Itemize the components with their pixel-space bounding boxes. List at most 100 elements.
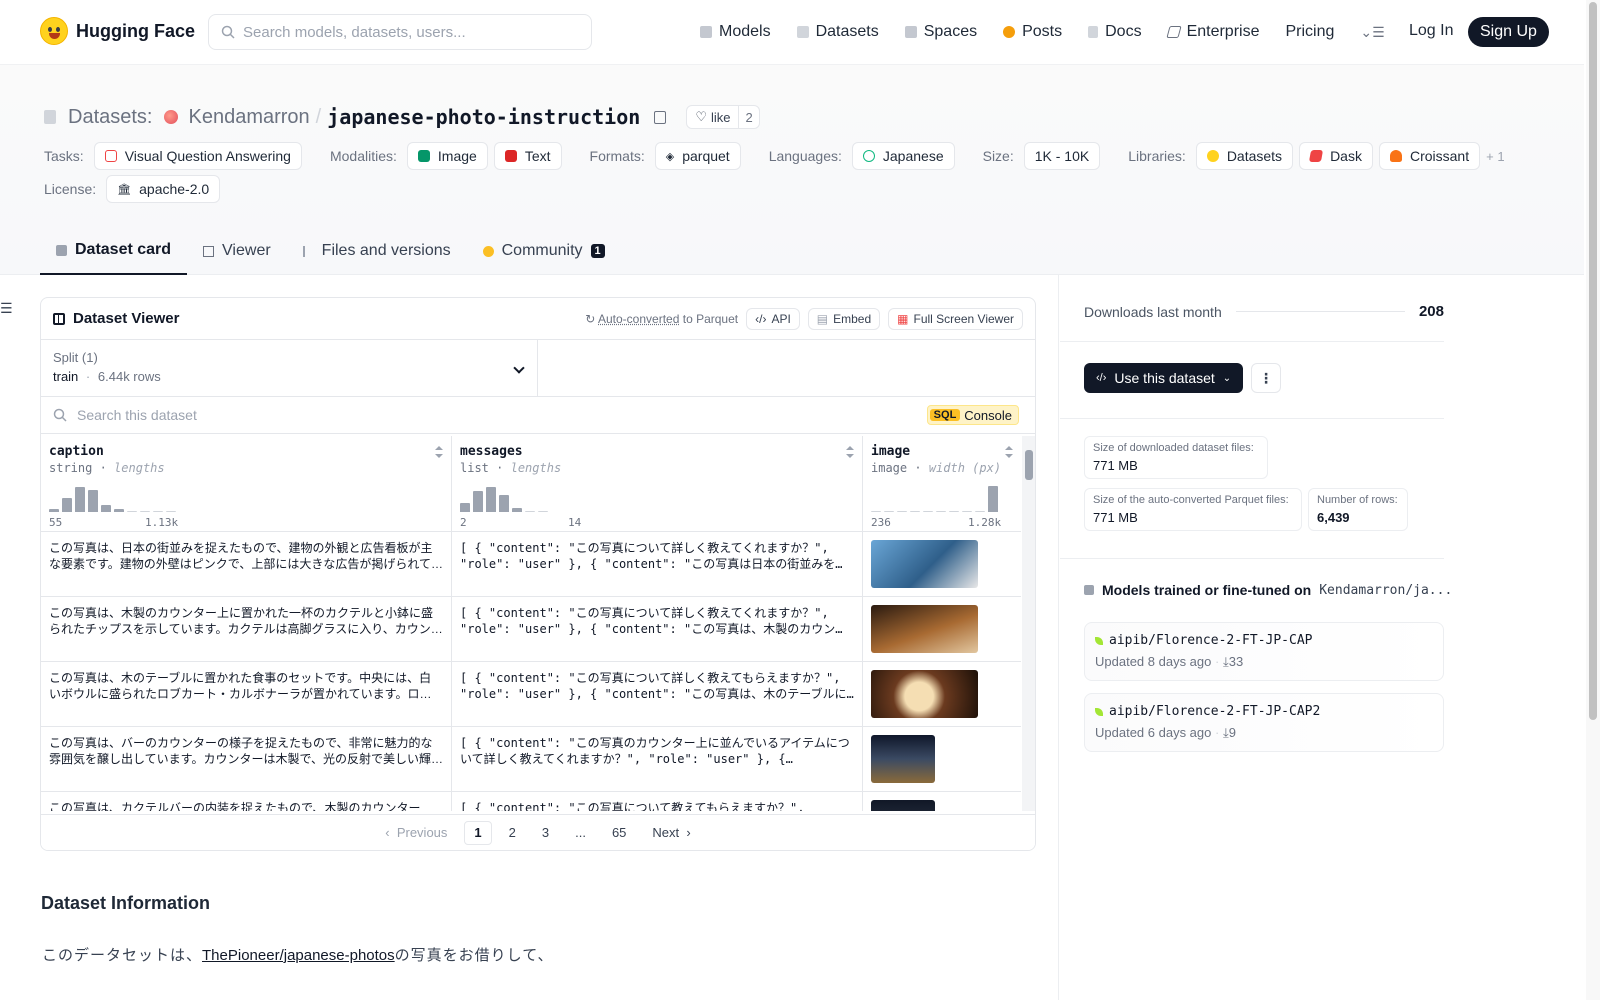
logo[interactable]: Hugging Face xyxy=(40,17,195,45)
modality-text-tag[interactable]: Text xyxy=(493,142,562,170)
sort-icon[interactable] xyxy=(435,446,443,458)
caption-cell[interactable]: この写真は、日本の街並みを捉えたもので、建物の外観と広告看板が主な要素です。建物… xyxy=(41,532,452,596)
image-cell[interactable] xyxy=(863,532,1021,596)
tab-dataset-card[interactable]: Dataset card xyxy=(40,227,188,275)
lib-more[interactable]: + 1 xyxy=(1486,149,1504,164)
split-selector[interactable]: Split (1) train · 6.44k rows xyxy=(41,340,538,396)
auto-converted-note[interactable]: ↻ Auto-converted to Parquet xyxy=(585,312,738,326)
task-tag[interactable]: Visual Question Answering xyxy=(93,142,302,170)
lib-croissant-tag[interactable]: Croissant xyxy=(1378,142,1481,170)
embed-button[interactable]: ▤ Embed xyxy=(807,307,881,330)
nav-enterprise[interactable]: Enterprise xyxy=(1165,23,1259,41)
image-thumbnail[interactable] xyxy=(871,540,978,588)
tab-viewer[interactable]: Viewer xyxy=(187,227,287,275)
datasets-icon xyxy=(796,26,809,38)
datasets-prefix[interactable]: Datasets: xyxy=(68,106,152,129)
image-thumbnail[interactable] xyxy=(871,735,935,783)
use-dataset-button[interactable]: ‹/› Use this dataset ⌄ xyxy=(1084,363,1244,393)
image-cell[interactable] xyxy=(863,727,1021,791)
sidebar-separator xyxy=(1060,558,1444,559)
nav-pricing[interactable]: Pricing xyxy=(1285,23,1334,41)
split-label: Split (1) xyxy=(53,350,98,365)
caption-cell[interactable]: この写真は、バーのカウンターの様子を捉えたもので、非常に魅力的な雰囲気を醸し出し… xyxy=(41,727,452,791)
model-card[interactable]: aipib/Florence-2-FT-JP-CAP Updated 8 day… xyxy=(1084,622,1444,681)
previous-page-button[interactable]: ‹ Previous xyxy=(376,821,456,845)
image-cell[interactable] xyxy=(863,597,1021,661)
page-1[interactable]: 1 xyxy=(464,820,492,845)
table-scrollbar[interactable] xyxy=(1022,436,1035,811)
column-image[interactable]: image image · width (px) 236 1.28k xyxy=(863,436,1021,531)
model-name[interactable]: aipib/Florence-2-FT-JP-CAP xyxy=(1109,633,1313,648)
image-thumbnail[interactable] xyxy=(871,670,978,718)
login-link[interactable]: Log In xyxy=(1409,22,1453,40)
image-thumbnail[interactable] xyxy=(871,605,978,653)
caption-cell[interactable]: この写真は、木のテーブルに置かれた食事のセットです。中央には、白いボウルに盛られ… xyxy=(41,662,452,726)
models-trained-dataset[interactable]: Kendamarron/ja... xyxy=(1319,583,1452,598)
messages-cell[interactable]: [ { "content": "この写真について詳しく教えてくれますか？", "… xyxy=(452,532,863,596)
sort-icon[interactable] xyxy=(1005,446,1013,458)
model-card[interactable]: aipib/Florence-2-FT-JP-CAP2 Updated 6 da… xyxy=(1084,693,1444,752)
page-scrollbar[interactable] xyxy=(1586,0,1600,1000)
global-search[interactable] xyxy=(208,14,592,50)
column-messages[interactable]: messages list · lengths 2 14 xyxy=(452,436,863,531)
messages-cell[interactable]: [ { "content": "この写真について詳しく教えてくれますか？", "… xyxy=(452,597,863,661)
auto-converted-link[interactable]: Auto-converted xyxy=(598,312,679,326)
dataset-search[interactable]: Search this dataset SQL Console xyxy=(41,397,1035,434)
table-row[interactable]: この写真は、カクテルバーの内装を捉えたもので、木製のカウンターが… [ { "c… xyxy=(41,792,1021,811)
nav-models[interactable]: Models xyxy=(700,23,771,41)
table-row[interactable]: この写真は、木製のカウンター上に置かれた一杯のカクテルと小鉢に盛られたチップスを… xyxy=(41,597,1021,662)
sort-icon[interactable] xyxy=(846,446,854,458)
toc-toggle-icon[interactable]: ☰ xyxy=(0,300,13,317)
nav-posts[interactable]: Posts xyxy=(1003,23,1062,41)
source-dataset-link[interactable]: ThePioneer/japanese-photos xyxy=(202,947,395,964)
stat-rows: Number of rows: 6,439 xyxy=(1308,488,1408,531)
signup-button[interactable]: Sign Up xyxy=(1468,17,1549,47)
lib-dask-tag[interactable]: Dask xyxy=(1299,142,1373,170)
search-input[interactable] xyxy=(243,23,563,41)
language-tag[interactable]: Japanese xyxy=(851,142,955,170)
license-tag[interactable]: 🏛 apache-2.0 xyxy=(106,175,221,203)
more-options-icon[interactable]: ⋮ xyxy=(1251,363,1281,393)
nav-datasets[interactable]: Datasets xyxy=(796,23,879,41)
table-row[interactable]: この写真は、バーのカウンターの様子を捉えたもので、非常に魅力的な雰囲気を醸し出し… xyxy=(41,727,1021,792)
histogram-bar xyxy=(884,511,894,512)
page-2[interactable]: 2 xyxy=(500,821,525,845)
caption-cell[interactable]: この写真は、カクテルバーの内装を捉えたもので、木製のカウンターが… xyxy=(41,792,452,811)
tab-files[interactable]: Files and versions xyxy=(287,227,467,275)
copy-icon[interactable] xyxy=(654,110,667,124)
nav-docs[interactable]: Docs xyxy=(1088,23,1142,41)
table-scrollbar-thumb[interactable] xyxy=(1025,450,1033,480)
table-row[interactable]: この写真は、日本の街並みを捉えたもので、建物の外観と広告看板が主な要素です。建物… xyxy=(41,532,1021,597)
model-name[interactable]: aipib/Florence-2-FT-JP-CAP2 xyxy=(1109,704,1320,719)
image-thumbnail[interactable] xyxy=(871,800,935,811)
image-cell[interactable] xyxy=(863,662,1021,726)
caption-cell[interactable]: この写真は、木製のカウンター上に置かれた一杯のカクテルと小鉢に盛られたチップスを… xyxy=(41,597,452,661)
next-page-button[interactable]: Next › xyxy=(643,821,699,845)
like-button[interactable]: ♡ like 2 xyxy=(686,105,760,129)
image-cell[interactable] xyxy=(863,792,1021,811)
histogram-bar xyxy=(975,511,985,512)
nav-spaces[interactable]: Spaces xyxy=(904,23,977,41)
page-65[interactable]: 65 xyxy=(603,821,635,845)
modality-image-tag[interactable]: Image xyxy=(406,142,488,170)
size-tag[interactable]: 1K - 10K xyxy=(1023,142,1101,170)
sidebar-divider xyxy=(1058,275,1059,1000)
api-button[interactable]: ‹/› API xyxy=(746,307,800,330)
messages-cell[interactable]: [ { "content": "この写真について教えてもらえますか？", xyxy=(452,792,863,811)
page-scrollbar-thumb[interactable] xyxy=(1589,2,1597,720)
sql-console-button[interactable]: SQL Console xyxy=(926,405,1019,425)
owner-link[interactable]: Kendamarron xyxy=(188,106,309,129)
column-caption[interactable]: caption string · lengths 55 1.13k xyxy=(41,436,452,531)
table-row[interactable]: この写真は、木のテーブルに置かれた食事のセットです。中央には、白いボウルに盛られ… xyxy=(41,662,1021,727)
tab-community[interactable]: Community 1 xyxy=(467,227,621,275)
fullscreen-button[interactable]: ▦ Full Screen Viewer xyxy=(888,307,1023,330)
format-tag[interactable]: ◈ parquet xyxy=(654,142,741,170)
page-3[interactable]: 3 xyxy=(533,821,558,845)
more-menu-icon[interactable]: ⌄☰ xyxy=(1360,24,1384,41)
repo-name[interactable]: japanese-photo-instruction xyxy=(327,105,640,129)
search-icon xyxy=(221,25,235,39)
messages-cell[interactable]: [ { "content": "この写真について詳しく教えてもらえますか？", … xyxy=(452,662,863,726)
lib-datasets-tag[interactable]: Datasets xyxy=(1195,142,1294,170)
messages-cell[interactable]: [ { "content": "この写真のカウンター上に並んでいるアイテムについ… xyxy=(452,727,863,791)
column-caption-meta: lengths xyxy=(114,461,165,475)
